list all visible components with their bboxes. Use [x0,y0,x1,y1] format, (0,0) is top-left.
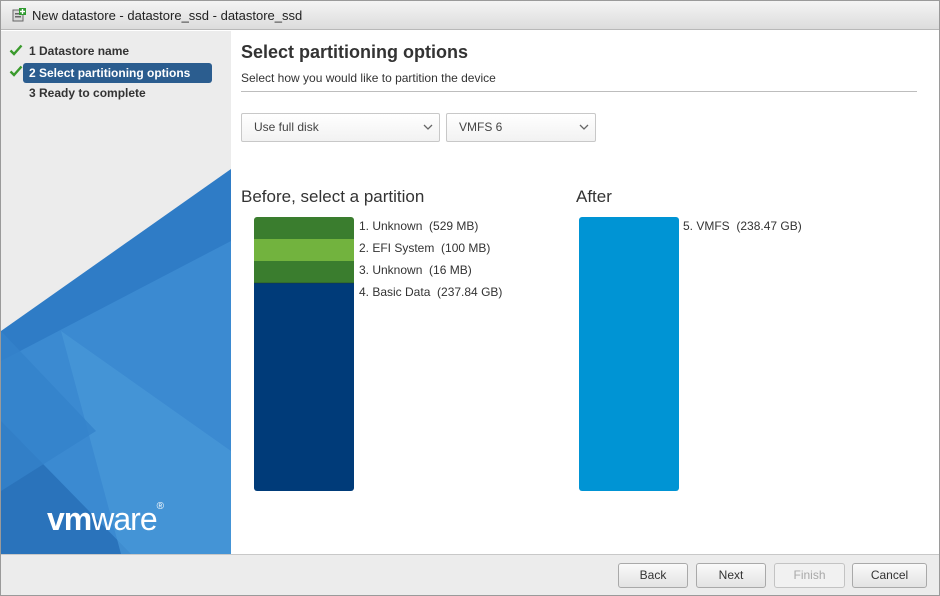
partition-5-segment [579,217,679,491]
wizard-main-panel: Select partitioning options Select how y… [231,31,938,554]
wizard-sidebar: 1 Datastore name 2 Select partitioning o… [1,31,231,554]
after-heading: After [576,187,612,206]
cancel-button[interactable]: Cancel [852,563,927,588]
partition-scheme-dropdown[interactable]: Use full disk [241,113,440,142]
partition-4-segment[interactable] [254,283,354,491]
after-partition-map [579,217,679,491]
partition-1-label[interactable]: 1. Unknown (529 MB) [359,219,478,233]
sidebar-step-datastore-name[interactable]: 1 Datastore name [23,41,129,61]
sidebar-background-graphic [1,169,231,554]
partition-2-label[interactable]: 2. EFI System (100 MB) [359,241,490,255]
partition-5-label: 5. VMFS (238.47 GB) [683,219,802,233]
back-button[interactable]: Back [618,563,688,588]
divider [241,91,917,92]
partition-4-label[interactable]: 4. Basic Data (237.84 GB) [359,285,502,299]
sidebar-step-partitioning-options[interactable]: 2 Select partitioning options [23,63,212,83]
partition-2-segment[interactable] [254,239,354,261]
finish-button[interactable]: Finish [774,563,845,588]
next-button[interactable]: Next [696,563,766,588]
sidebar-step-ready-to-complete[interactable]: 3 Ready to complete [23,83,146,103]
step-2-check-icon [9,65,23,77]
wizard-footer: Back Next Finish Cancel [1,554,939,596]
dropdown-value: Use full disk [254,120,319,134]
partition-3-segment[interactable] [254,261,354,283]
chevron-down-icon [579,124,589,130]
page-title: Select partitioning options [241,42,469,62]
before-partition-map [254,217,354,491]
dropdown-value: VMFS 6 [459,120,503,134]
window-title: New datastore - datastore_ssd - datastor… [32,8,303,23]
vmware-logo: vmware® [47,501,164,537]
step-label: 3 Ready to complete [29,86,146,100]
filesystem-version-dropdown[interactable]: VMFS 6 [446,113,596,142]
step-label: 1 Datastore name [29,44,130,58]
partition-3-label[interactable]: 3. Unknown (16 MB) [359,263,472,277]
page-subtitle: Select how you would like to partition t… [241,71,496,85]
step-label: 2 Select partitioning options [29,66,191,80]
datastore-add-icon [12,8,26,22]
before-heading: Before, select a partition [241,187,425,206]
window-titlebar: New datastore - datastore_ssd - datastor… [0,0,940,30]
step-1-check-icon [9,44,23,56]
chevron-down-icon [423,124,433,130]
